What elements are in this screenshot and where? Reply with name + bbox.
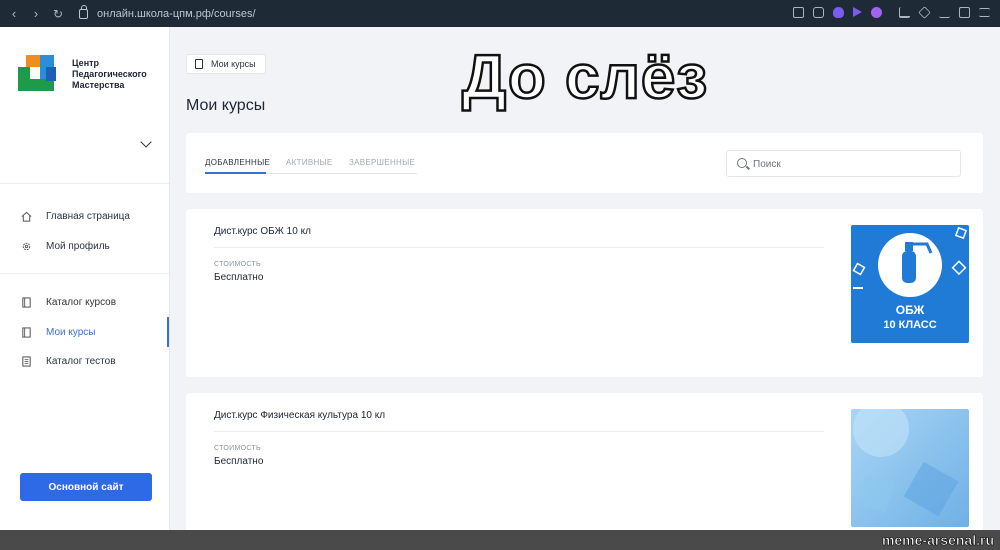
- cart-icon[interactable]: [899, 7, 910, 18]
- sidebar: Центр Педагогического Мастерства Главная…: [0, 27, 170, 530]
- price-value: Бесплатно: [214, 272, 264, 283]
- thumb-caption-1: ОБЖ: [895, 303, 925, 317]
- back-icon[interactable]: ‹: [3, 6, 25, 21]
- sidebar-item-label: Каталог тестов: [46, 355, 116, 367]
- sidebar-item-my-courses[interactable]: Мои курсы: [0, 317, 169, 347]
- heart-icon[interactable]: [871, 7, 882, 18]
- screenshot-icon[interactable]: [959, 7, 970, 18]
- divider: [0, 273, 169, 274]
- brand-line-1: Центр: [72, 58, 100, 68]
- course-card[interactable]: Дист.курс ОБЖ 10 кл СТОИМОСТЬ Бесплатно …: [186, 209, 983, 377]
- page-title: Мои курсы: [186, 97, 266, 114]
- divider: [214, 431, 824, 432]
- book-icon: [22, 296, 31, 308]
- book-icon: [195, 59, 203, 69]
- sidebar-item-tests[interactable]: Каталог тестов: [0, 348, 169, 374]
- meme-caption: До слёз: [461, 42, 709, 114]
- chevron-down-icon[interactable]: [140, 136, 152, 148]
- sidebar-item-label: Мой профиль: [46, 240, 110, 252]
- lock-icon: [79, 4, 88, 19]
- gear-icon: [22, 242, 31, 250]
- sidebar-item-catalog[interactable]: Каталог курсов: [0, 289, 169, 315]
- cube-icon[interactable]: [918, 6, 931, 19]
- edit-icon[interactable]: [793, 7, 804, 18]
- download-icon[interactable]: [939, 7, 950, 18]
- divider: [214, 247, 824, 248]
- book-icon: [22, 326, 31, 338]
- search-icon: [737, 158, 747, 168]
- sidebar-item-label: Каталог курсов: [46, 296, 117, 308]
- url-text: онлайн.школа-цпм.рф/courses/: [97, 7, 256, 20]
- shield-icon[interactable]: [833, 7, 844, 18]
- brand-line-3: Мастерства: [72, 80, 125, 90]
- breadcrumb-label: Мои курсы: [211, 59, 256, 69]
- watermark: meme-arsenal.ru: [881, 532, 995, 549]
- tab-active[interactable]: АКТИВНЫЕ: [286, 158, 333, 167]
- divider: [0, 183, 169, 184]
- tab-added[interactable]: ДОБАВЛЕННЫЕ: [205, 158, 270, 167]
- breadcrumb[interactable]: Мои курсы: [186, 54, 266, 74]
- course-card[interactable]: Дист.курс Физическая культура 10 кл СТОИ…: [186, 393, 983, 530]
- play-icon[interactable]: [853, 7, 862, 17]
- brand-line-2: Педагогического: [72, 69, 147, 79]
- course-thumbnail[interactable]: ОБЖ 10 КЛАСС: [851, 225, 969, 343]
- page-viewport: Центр Педагогического Мастерства Главная…: [0, 27, 1000, 530]
- search-box[interactable]: [726, 150, 961, 177]
- price-label: СТОИМОСТЬ: [214, 261, 261, 268]
- browser-toolbar: ‹ › ↻ онлайн.школа-цпм.рф/courses/: [0, 0, 1000, 27]
- extension-icons: [793, 6, 990, 19]
- course-title[interactable]: Дист.курс ОБЖ 10 кл: [214, 226, 311, 237]
- main-site-button[interactable]: Основной сайт: [20, 473, 152, 501]
- document-icon: [22, 355, 31, 367]
- thumb-caption-2: 10 КЛАСС: [883, 319, 937, 331]
- address-bar[interactable]: онлайн.школа-цпм.рф/courses/: [79, 4, 256, 20]
- sidebar-item-profile[interactable]: Мой профиль: [0, 233, 169, 259]
- logo-icon[interactable]: [16, 53, 64, 97]
- tabs-panel: ДОБАВЛЕННЫЕ АКТИВНЫЕ ЗАВЕРШЕННЫЕ: [186, 133, 983, 193]
- abstract-pattern-icon: [853, 409, 959, 517]
- sidebar-item-home[interactable]: Главная страница: [0, 203, 169, 229]
- home-icon: [21, 211, 32, 222]
- brand-name: Центр Педагогического Мастерства: [72, 58, 162, 91]
- reload-icon[interactable]: ↻: [47, 7, 69, 21]
- sidebar-item-label: Мои курсы: [46, 326, 96, 338]
- forward-icon[interactable]: ›: [25, 6, 47, 21]
- search-input[interactable]: [753, 156, 953, 172]
- course-thumbnail[interactable]: [851, 409, 969, 527]
- menu-icon[interactable]: [979, 8, 990, 17]
- tab-active-indicator: [205, 172, 266, 174]
- sidebar-item-label: Главная страница: [46, 210, 130, 222]
- price-label: СТОИМОСТЬ: [214, 445, 261, 452]
- course-title[interactable]: Дист.курс Физическая культура 10 кл: [214, 410, 385, 421]
- camera-icon[interactable]: [813, 7, 824, 18]
- tab-completed[interactable]: ЗАВЕРШЕННЫЕ: [349, 158, 415, 167]
- price-value: Бесплатно: [214, 456, 264, 467]
- bottom-strip: [0, 530, 1000, 550]
